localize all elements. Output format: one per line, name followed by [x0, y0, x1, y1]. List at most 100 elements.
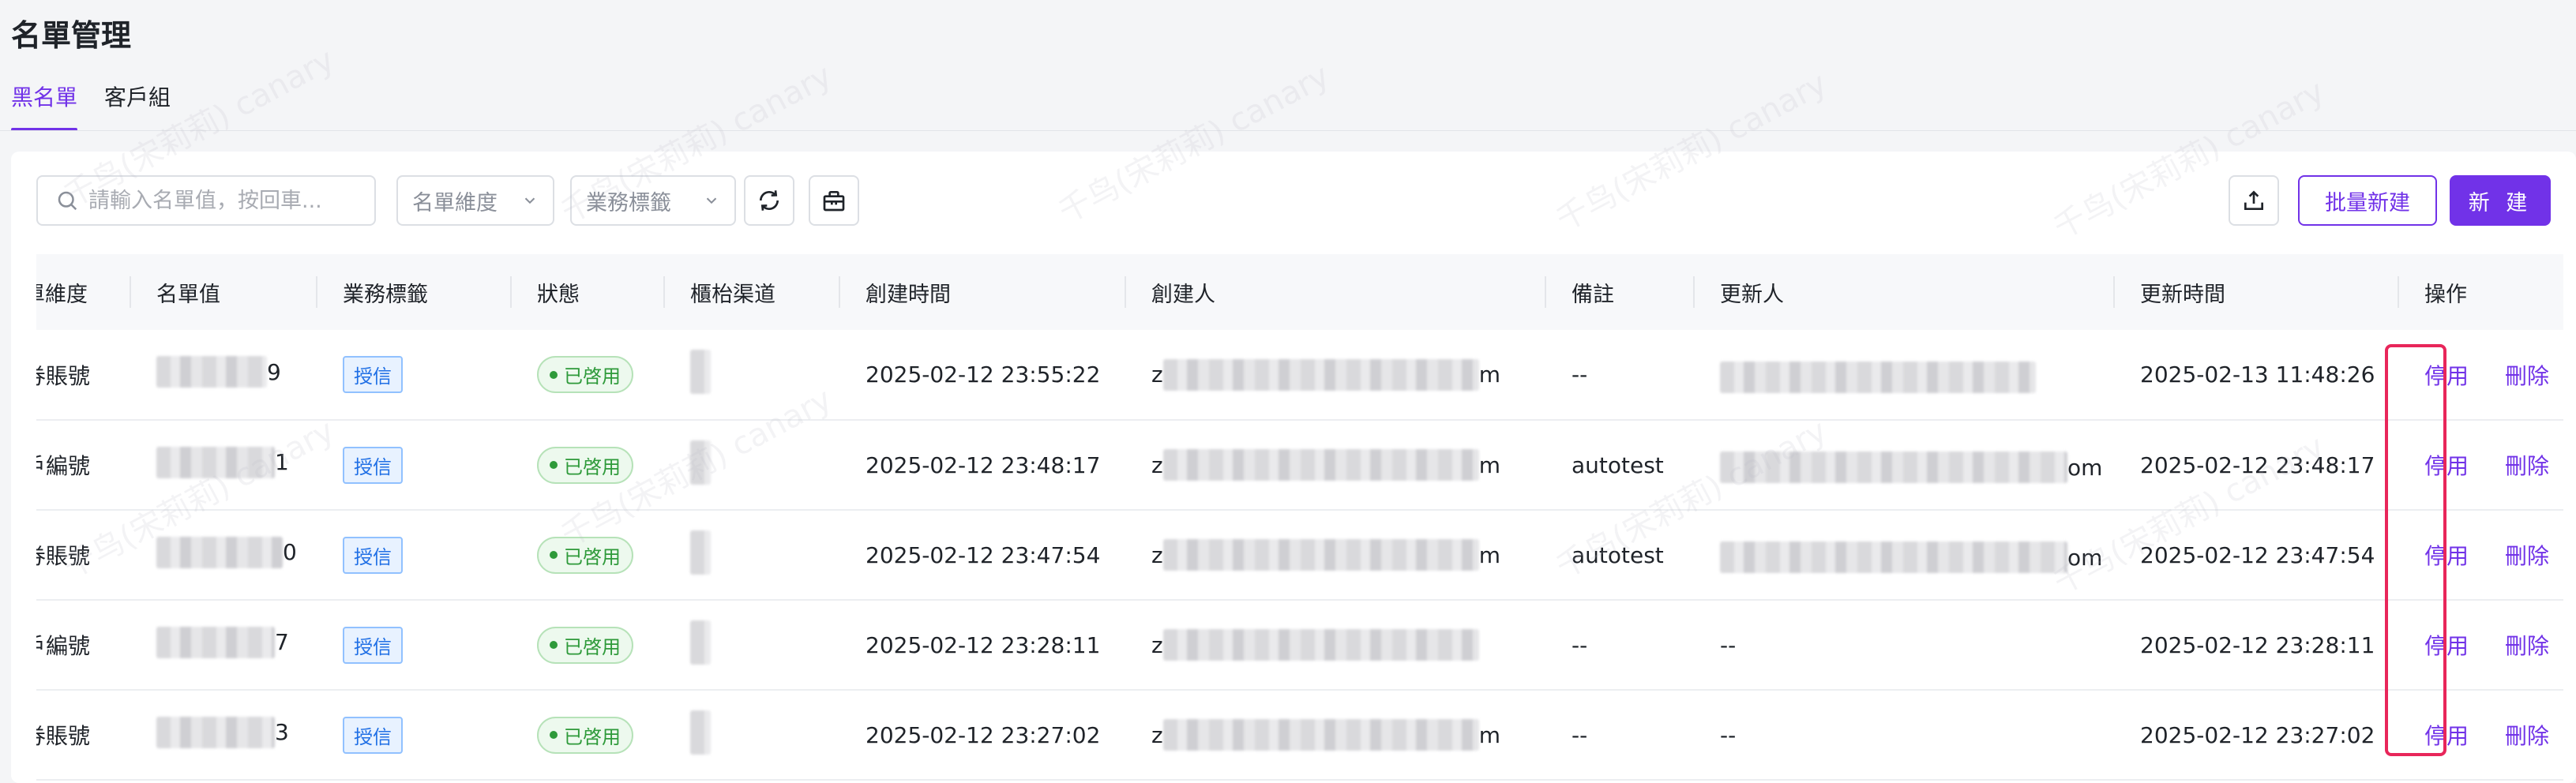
cell-status: 已啓用 [512, 510, 665, 601]
column-header-channel: 櫃枱渠道 [665, 254, 840, 330]
cell-actions: 停用 刪除 [2399, 600, 2563, 691]
cell-channel [665, 510, 840, 601]
cell-updater: om [1695, 510, 2115, 601]
column-header-dimension: 單維度 [36, 254, 131, 330]
chevron-down-icon [524, 197, 535, 204]
chevron-down-icon [706, 197, 717, 204]
cell-updated-time: 2025-02-12 23:48:17 [2115, 420, 2399, 511]
cell-channel [665, 690, 840, 781]
column-header-created-time: 創建時間 [840, 254, 1126, 330]
column-header-actions: 操作 [2399, 254, 2563, 330]
cell-updater: om [1695, 420, 2115, 511]
cell-updated-time: 2025-02-12 23:28:11 [2115, 600, 2399, 691]
disable-button[interactable]: 停用 [2424, 453, 2469, 479]
cell-value: 7 [131, 600, 317, 691]
batch-new-button[interactable]: 批量新建 [2298, 175, 2437, 226]
table-row: 戶編號7授信已啓用2025-02-12 23:28:11z----2025-02… [36, 600, 2563, 691]
tab-divider [0, 130, 2576, 131]
delete-button[interactable]: 刪除 [2505, 543, 2549, 569]
cell-note: -- [1546, 330, 1695, 421]
delete-button[interactable]: 刪除 [2505, 633, 2549, 659]
disable-button[interactable]: 停用 [2424, 723, 2469, 749]
search-input[interactable] [88, 188, 373, 213]
tab-customer-group[interactable]: 客戶組 [104, 77, 171, 131]
business-tag-badge: 授信 [343, 716, 403, 754]
cell-created-time: 2025-02-12 23:27:02 [840, 690, 1126, 781]
business-tag-badge: 授信 [343, 356, 403, 393]
business-tag-badge: 授信 [343, 536, 403, 574]
cell-creator: zm [1126, 420, 1546, 511]
cell-status: 已啓用 [512, 690, 665, 781]
cell-business-tag: 授信 [317, 510, 512, 601]
export-button[interactable] [2229, 175, 2279, 226]
cell-status: 已啓用 [512, 330, 665, 421]
cell-actions: 停用 刪除 [2399, 690, 2563, 781]
cell-created-time: 2025-02-12 23:47:54 [840, 510, 1126, 601]
table-header-row: 單維度 名單值 業務標籤 狀態 櫃枱渠道 創建時間 創建人 備註 更新人 更新時… [36, 254, 2563, 330]
cell-updated-time: 2025-02-13 11:48:26 [2115, 330, 2399, 421]
column-header-business-tag: 業務標籤 [317, 254, 512, 330]
package-icon [823, 191, 845, 212]
dimension-select-label: 名單維度 [412, 190, 498, 215]
cell-channel [665, 420, 840, 511]
delete-button[interactable]: 刪除 [2505, 723, 2549, 749]
refresh-button[interactable] [744, 175, 794, 226]
table-row: 券賬號9 授信 已啓用 2025-02-12 23:55:22zm-- 2025-02-… [36, 330, 2563, 421]
status-badge: 已啓用 [537, 536, 633, 574]
search-icon [58, 191, 77, 211]
table-row: 戶編號1授信已啓用2025-02-12 23:48:17zmautotestom… [36, 420, 2563, 511]
cell-value: 0 [131, 510, 317, 601]
cell-updater: -- [1695, 600, 2115, 691]
business-tag-badge: 授信 [343, 446, 403, 484]
new-button[interactable]: 新 建 [2450, 175, 2551, 226]
cell-business-tag: 授信 [317, 600, 512, 691]
cell-value: 3 [131, 690, 317, 781]
package-button[interactable] [809, 175, 859, 226]
cell-status: 已啓用 [512, 600, 665, 691]
cell-creator: zm [1126, 330, 1546, 421]
tab-bar: 黑名單 客戶組 [11, 77, 171, 131]
refresh-icon [760, 190, 779, 211]
business-tag-select[interactable]: 業務標籤 [570, 175, 736, 226]
business-tag-select-label: 業務標籤 [586, 190, 671, 215]
column-header-note: 備註 [1546, 254, 1695, 330]
tab-blacklist[interactable]: 黑名單 [11, 77, 78, 131]
list-card: 名單維度 業務標籤 批量新建 新 建 單維度 [11, 152, 2576, 783]
export-icon [2244, 190, 2263, 210]
cell-business-tag: 授信 [317, 330, 512, 421]
disable-button[interactable]: 停用 [2424, 633, 2469, 659]
cell-creator: zm [1126, 690, 1546, 781]
cell-dimension: 券賬號 [36, 330, 131, 421]
page-title: 名單管理 [11, 18, 132, 53]
column-header-creator: 創建人 [1126, 254, 1546, 330]
disable-button[interactable]: 停用 [2424, 543, 2469, 569]
cell-actions: 停用 刪除 [2399, 510, 2563, 601]
delete-button[interactable]: 刪除 [2505, 363, 2549, 389]
disable-button[interactable]: 停用 [2424, 363, 2469, 389]
cell-channel [665, 600, 840, 691]
cell-dimension: 戶編號 [36, 420, 131, 511]
cell-status: 已啓用 [512, 420, 665, 511]
cell-actions: 停用 刪除 [2399, 420, 2563, 511]
search-box[interactable] [36, 175, 376, 226]
cell-created-time: 2025-02-12 23:55:22 [840, 330, 1126, 421]
status-badge: 已啓用 [537, 716, 633, 754]
business-tag-badge: 授信 [343, 626, 403, 664]
table-row: 券賬號0授信已啓用2025-02-12 23:47:54zmautotestom… [36, 510, 2563, 601]
data-table: 單維度 名單值 業務標籤 狀態 櫃枱渠道 創建時間 創建人 備註 更新人 更新時… [36, 254, 2563, 783]
cell-dimension: 券賬號 [36, 510, 131, 601]
cell-note: autotest [1546, 510, 1695, 601]
cell-created-time: 2025-02-12 23:28:11 [840, 600, 1126, 691]
column-header-status: 狀態 [512, 254, 665, 330]
cell-created-time: 2025-02-12 23:48:17 [840, 420, 1126, 511]
cell-note: autotest [1546, 420, 1695, 511]
delete-button[interactable]: 刪除 [2505, 453, 2549, 479]
cell-note: -- [1546, 690, 1695, 781]
column-header-updater: 更新人 [1695, 254, 2115, 330]
status-badge: 已啓用 [537, 356, 633, 393]
cell-creator: z [1126, 600, 1546, 691]
cell-channel [665, 330, 840, 421]
table-row: 券賬號3授信已啓用2025-02-12 23:27:02zm----2025-0… [36, 690, 2563, 781]
cell-business-tag: 授信 [317, 690, 512, 781]
dimension-select[interactable]: 名單維度 [396, 175, 554, 226]
